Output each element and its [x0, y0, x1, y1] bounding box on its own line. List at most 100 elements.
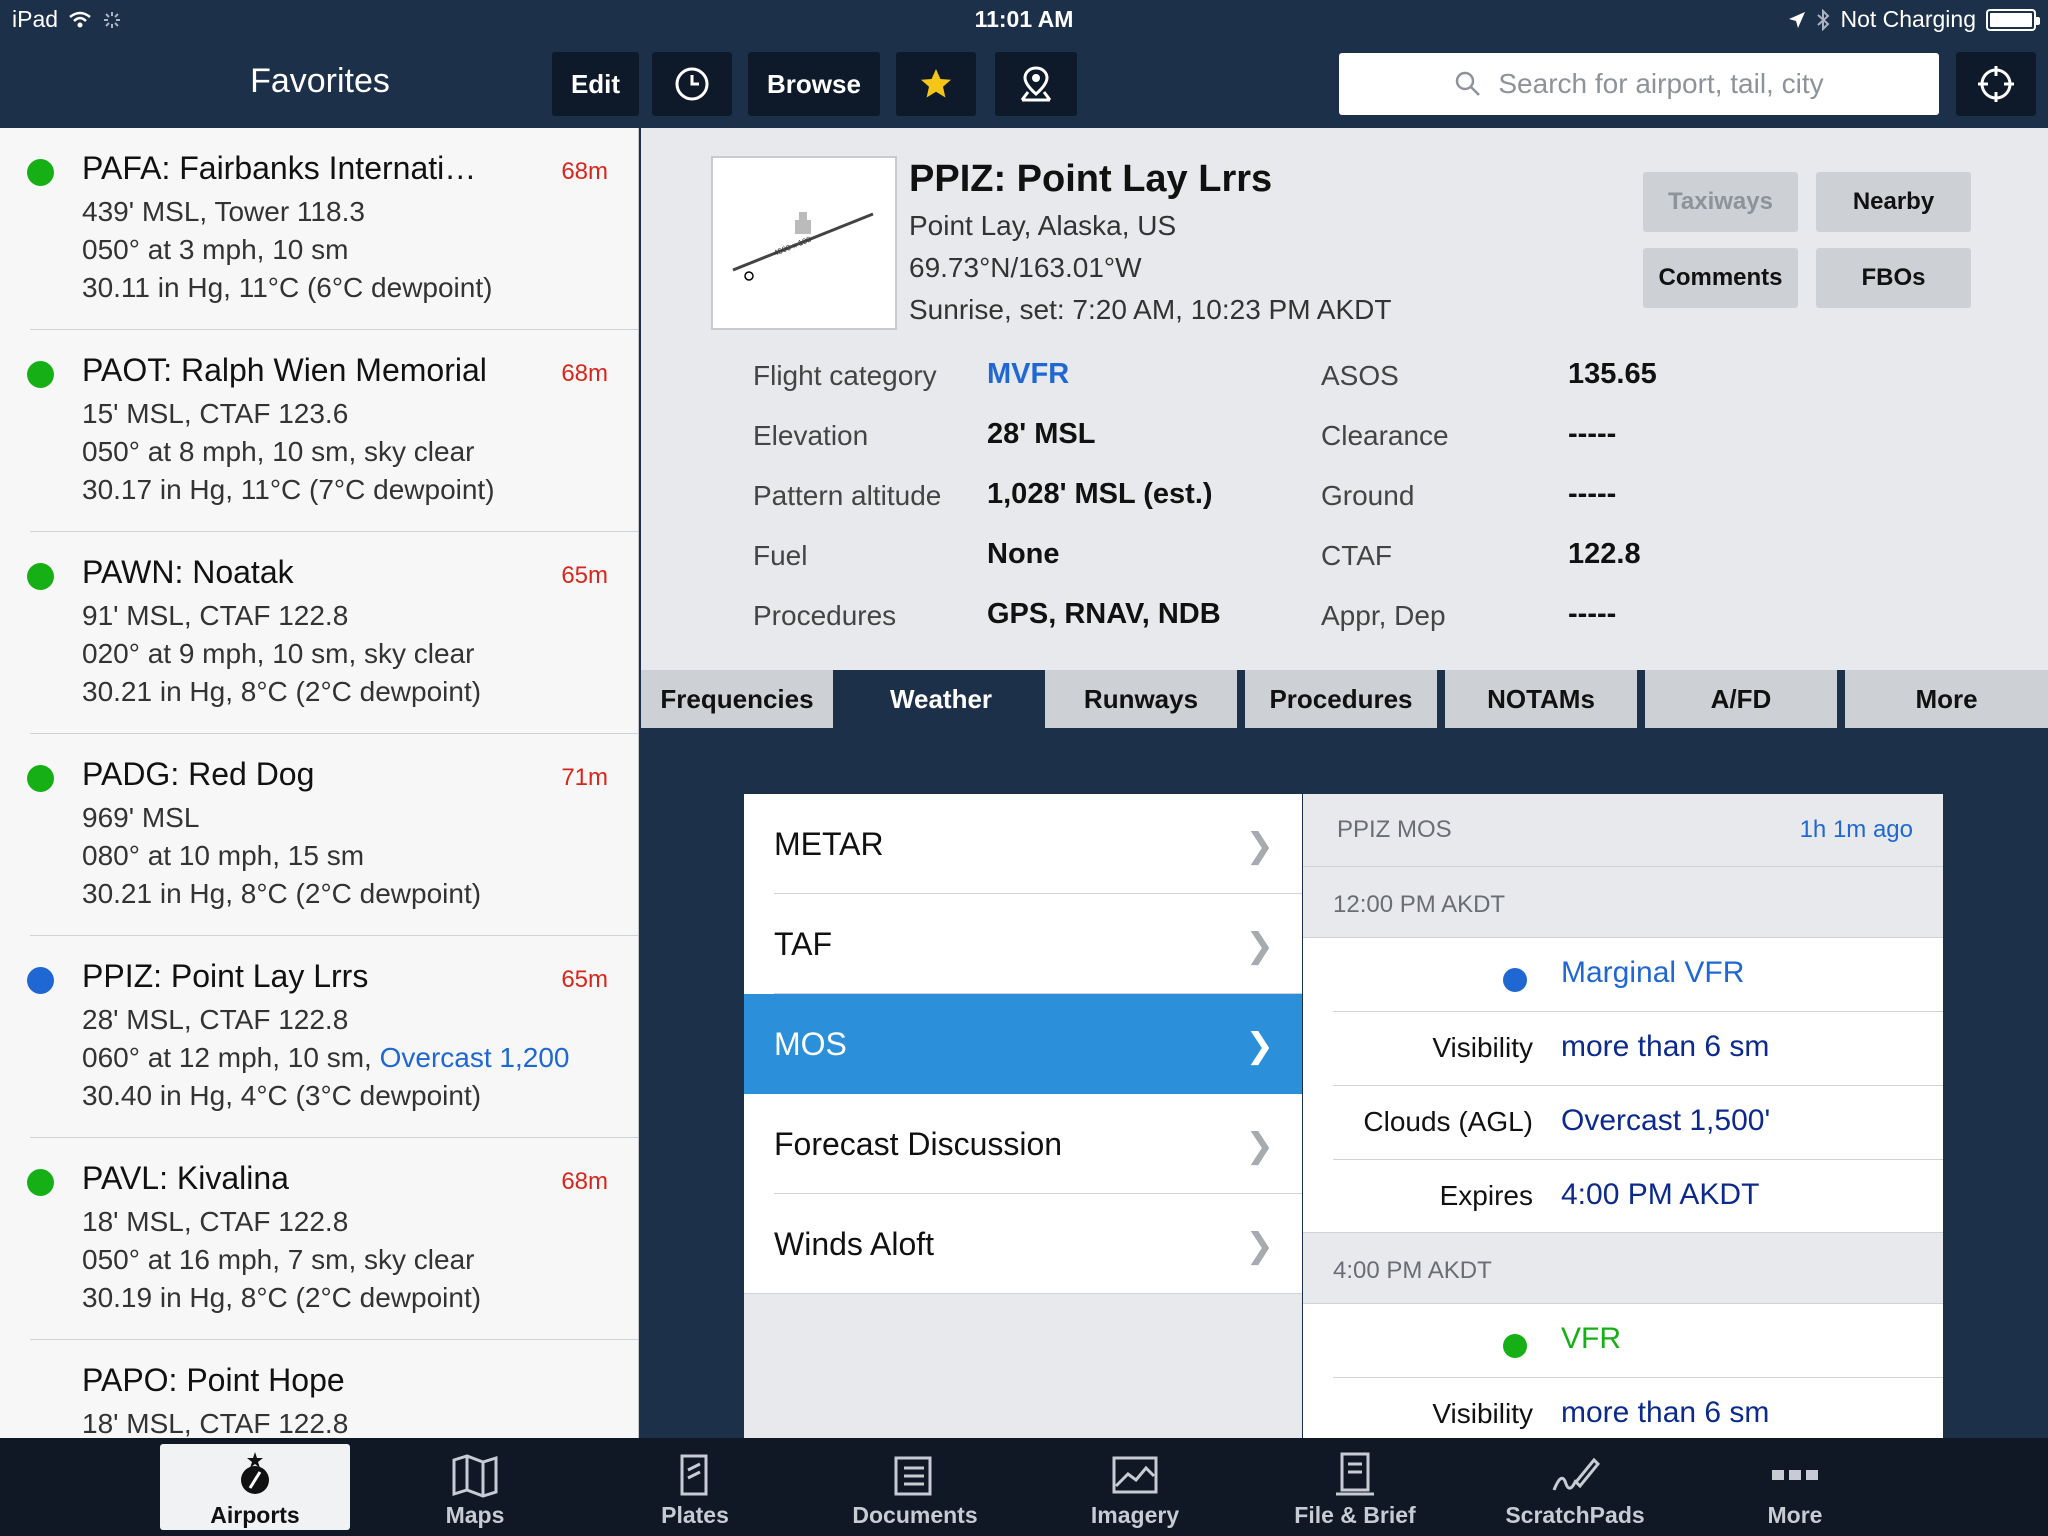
tabbar-maps[interactable]: Maps [380, 1444, 570, 1530]
altimeter-temp: 30.17 in Hg, 11°C (7°C dewpoint) [82, 474, 495, 505]
clearance-value: ----- [1568, 418, 1617, 450]
tab-more[interactable]: More [1845, 670, 2048, 728]
tabbar-label: More [1767, 1502, 1823, 1528]
asos-value[interactable]: 135.65 [1568, 358, 1657, 391]
nearby-button[interactable]: Nearby [1816, 172, 1971, 232]
vfr-status-dot [27, 563, 54, 590]
procedures-label: Procedures [753, 600, 897, 631]
tabbar-documents[interactable]: Documents [820, 1444, 1010, 1530]
airport-detail: 4500 x 100 PPIZ: Point Lay Lrrs Point La… [641, 128, 2048, 670]
tab-runways[interactable]: Runways [1045, 670, 1237, 728]
altimeter-temp: 30.19 in Hg, 8°C (2°C dewpoint) [82, 1282, 482, 1313]
recent-button[interactable] [652, 52, 732, 116]
vfr-status-dot [27, 361, 54, 388]
list-item[interactable]: PAVL: Kivalina 68m 18' MSL, CTAF 122.8 0… [0, 1138, 638, 1340]
ground-value: ----- [1568, 478, 1617, 510]
list-item[interactable]: PAWN: Noatak 65m 91' MSL, CTAF 122.8 020… [0, 532, 638, 734]
tab-afd[interactable]: A/FD [1645, 670, 1837, 728]
menu-item-mos[interactable]: MOS ❯ [744, 994, 1302, 1094]
flight-category-value: MVFR [987, 358, 1070, 390]
menu-item-winds-aloft[interactable]: Winds Aloft ❯ [744, 1194, 1302, 1294]
edit-button[interactable]: Edit [552, 52, 639, 116]
distance: 68m [561, 360, 608, 387]
mvfr-status-dot [1503, 968, 1527, 992]
airports-icon [241, 1452, 269, 1494]
wind-vis: 050° at 8 mph, 10 sm, sky clear [82, 436, 475, 467]
tab-procedures[interactable]: Procedures [1245, 670, 1437, 728]
taxiways-button[interactable]: Taxiways [1643, 172, 1798, 232]
location-arrow-icon [1789, 11, 1806, 28]
map-pin-icon [1020, 66, 1052, 102]
vfr-status-dot [27, 159, 54, 186]
clearance-label: Clearance [1321, 420, 1449, 451]
comments-button[interactable]: Comments [1643, 248, 1798, 308]
browse-button[interactable]: Browse [748, 52, 880, 116]
menu-item-taf[interactable]: TAF ❯ [744, 894, 1302, 994]
search-icon [1456, 71, 1481, 96]
search-input[interactable]: Search for airport, tail, city [1339, 53, 1939, 115]
vfr-status-dot [27, 765, 54, 792]
list-item[interactable]: PAPO: Point Hope 18' MSL, CTAF 122.8 [0, 1340, 638, 1438]
flight-category-label: Flight category [753, 360, 937, 391]
fbos-button[interactable]: FBOs [1816, 248, 1971, 308]
tabbar-label: ScratchPads [1505, 1502, 1645, 1528]
airport-name: PAOT: Ralph Wien Memorial [82, 352, 487, 388]
tabbar-airports[interactable]: Airports [160, 1444, 350, 1530]
map-pin-button[interactable] [995, 52, 1077, 116]
tabbar-plates[interactable]: Plates [600, 1444, 790, 1530]
ctaf-label: CTAF [1321, 540, 1393, 571]
runway-diagram: 4500 x 100 [732, 212, 874, 281]
tabbar-label: File & Brief [1294, 1502, 1416, 1528]
list-item[interactable]: PAOT: Ralph Wien Memorial 68m 15' MSL, C… [0, 330, 638, 532]
menu-item-forecast-discussion[interactable]: Forecast Discussion ❯ [744, 1094, 1302, 1194]
appr-dep-label: Appr, Dep [1321, 600, 1446, 631]
menu-item-metar[interactable]: METAR ❯ [744, 794, 1302, 894]
battery-icon [1986, 8, 2040, 31]
mos-header: PPIZ MOS 1h 1m ago [1303, 794, 1943, 866]
pattern-altitude-label: Pattern altitude [753, 480, 942, 511]
elevation-freq: 969' MSL [82, 802, 200, 833]
file-brief-icon [1336, 1452, 1374, 1496]
wind-vis: 050° at 3 mph, 10 sm [82, 234, 349, 265]
tab-notams[interactable]: NOTAMs [1445, 670, 1637, 728]
mos-panel: PPIZ MOS 1h 1m ago 12:00 PM AKDT Margina… [1303, 794, 1943, 1438]
tab-weather[interactable]: Weather [845, 670, 1037, 728]
chevron-right-icon: ❯ [1245, 927, 1275, 965]
tab-frequencies[interactable]: Frequencies [641, 670, 833, 728]
tabbar-file-brief[interactable]: File & Brief [1260, 1444, 1450, 1530]
visibility-label: Visibility [1432, 1032, 1533, 1063]
expires-value: 4:00 PM AKDT [1561, 1178, 1760, 1211]
airport-diagram-thumbnail[interactable]: 4500 x 100 [711, 156, 897, 330]
status-time: 11:01 AM [974, 6, 1074, 32]
tabbar-label: Maps [445, 1502, 505, 1528]
list-item[interactable]: PAFA: Fairbanks Internati… 68m 439' MSL,… [0, 128, 638, 330]
period-time: 4:00 PM AKDT [1333, 1257, 1492, 1284]
tabbar-scratchpads[interactable]: ScratchPads [1480, 1444, 1670, 1530]
period-time: 12:00 PM AKDT [1333, 891, 1506, 918]
distance: 71m [561, 764, 608, 791]
distance: 68m [561, 1168, 608, 1195]
charging-status: Not Charging [1840, 6, 1976, 32]
clock-icon [675, 67, 709, 101]
elevation-freq: 18' MSL, CTAF 122.8 [82, 1408, 349, 1438]
menu-label: Forecast Discussion [774, 1126, 1063, 1162]
ctaf-value[interactable]: 122.8 [1568, 538, 1641, 571]
list-item[interactable]: PADG: Red Dog 71m 969' MSL 080° at 10 mp… [0, 734, 638, 936]
more-dots-icon [1772, 1470, 1818, 1480]
favorites-star-button[interactable] [896, 52, 976, 116]
category-row: Marginal VFR [1303, 938, 1943, 1012]
vfr-status-dot [1503, 1334, 1527, 1358]
expires-label: Expires [1439, 1180, 1533, 1211]
star-icon [921, 69, 951, 98]
tabbar-imagery[interactable]: Imagery [1040, 1444, 1230, 1530]
tabbar-more[interactable]: More [1700, 1444, 1890, 1530]
category-value: VFR [1561, 1322, 1621, 1355]
pattern-altitude-value: 1,028' MSL (est.) [987, 478, 1213, 510]
chevron-right-icon: ❯ [1245, 827, 1275, 865]
airport-name: PAFA: Fairbanks Internati… [82, 150, 477, 186]
altimeter-temp: 30.40 in Hg, 4°C (3°C dewpoint) [82, 1080, 482, 1111]
airport-title: PPIZ: Point Lay Lrrs [909, 158, 1273, 200]
list-item[interactable]: PPIZ: Point Lay Lrrs 65m 28' MSL, CTAF 1… [0, 936, 638, 1138]
locate-button[interactable] [1956, 52, 2036, 116]
favorites-list[interactable]: PAFA: Fairbanks Internati… 68m 439' MSL,… [0, 128, 639, 1438]
